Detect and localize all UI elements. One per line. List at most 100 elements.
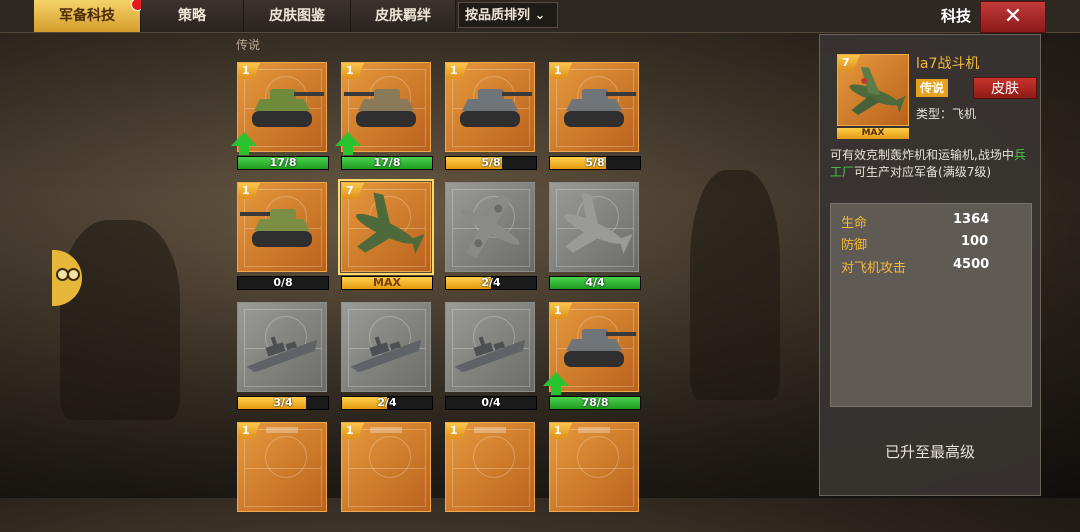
page-title: 科技	[940, 7, 971, 25]
tab-strategy[interactable]: 策略	[141, 0, 244, 32]
tab-skin-bond[interactable]: 皮肤羁绊	[351, 0, 456, 32]
progress-bar: 17/8	[341, 156, 433, 170]
progress-bar: MAX	[341, 276, 433, 290]
equipment-card[interactable]: 1 0/8	[237, 182, 329, 292]
tab-label: 军备科技	[59, 8, 115, 24]
category-label: 传说	[236, 38, 261, 52]
equipment-card[interactable]: 1 78/8	[543, 302, 641, 412]
card-thumbnail: 1	[237, 422, 327, 512]
close-button[interactable]: ✕	[980, 1, 1046, 33]
sort-label: 按品质排列	[465, 8, 531, 23]
card-thumbnail	[445, 182, 535, 272]
warship-icon	[454, 336, 526, 373]
equipment-card[interactable]: 1	[549, 422, 641, 532]
card-thumbnail: 1	[549, 422, 639, 512]
equipment-card[interactable]: 7 MAX	[338, 179, 434, 292]
card-thumbnail	[341, 302, 431, 392]
equipment-card[interactable]: 4/4	[549, 182, 641, 292]
progress-bar: 0/4	[445, 396, 537, 410]
warship-icon	[350, 336, 422, 373]
progress-bar: 4/4	[549, 276, 641, 290]
fighter-plane-icon	[564, 192, 633, 254]
upgrade-arrow-icon	[335, 132, 361, 155]
progress-text: 78/8	[581, 396, 609, 409]
stat-row-anti-air: 对飞机攻击 4500	[841, 257, 1021, 276]
equipment-card[interactable]: 1	[237, 422, 329, 532]
card-thumbnail	[445, 302, 535, 392]
bomber-plane-icon	[460, 193, 520, 259]
progress-text: 0/4	[481, 396, 501, 409]
card-thumbnail: 1	[445, 422, 535, 512]
progress-bar: 5/8	[549, 156, 641, 170]
detail-thumbnail: 7	[837, 54, 909, 126]
progress-text: 2/4	[481, 276, 501, 289]
tab-skin-collection[interactable]: 皮肤图鉴	[244, 0, 351, 32]
stat-value: 100	[961, 234, 989, 249]
progress-bar: 17/8	[237, 156, 329, 170]
card-thumbnail	[549, 182, 639, 272]
stat-row-defense: 防御 100	[841, 234, 1021, 253]
soldier-silhouette	[60, 220, 180, 420]
chevron-down-icon: ⌄	[534, 8, 546, 23]
card-thumbnail: 7	[338, 179, 434, 275]
skin-button[interactable]: 皮肤	[973, 77, 1037, 99]
progress-text: 4/4	[585, 276, 605, 289]
equipment-card[interactable]: 3/4	[237, 302, 329, 412]
unit-type: 类型：飞机	[916, 107, 977, 121]
tab-label: 皮肤图鉴	[269, 8, 325, 24]
progress-text: 2/4	[377, 396, 397, 409]
rarity-badge: 传说	[916, 79, 948, 97]
warship-icon	[246, 336, 318, 373]
progress-text: 0/8	[273, 276, 293, 289]
stat-value: 4500	[953, 257, 990, 272]
stats-box: 生命 1364 防御 100 对飞机攻击 4500	[830, 203, 1032, 407]
progress-text: 3/4	[273, 396, 293, 409]
sort-dropdown[interactable]: 按品质排列 ⌄	[458, 2, 558, 28]
progress-text: 5/8	[481, 156, 501, 169]
max-level-status: 已升至最高级	[884, 443, 975, 461]
top-bar: 军备科技 策略 皮肤图鉴 皮肤羁绊 按品质排列 ⌄ 科技 ✕	[0, 0, 1080, 33]
card-thumbnail	[237, 302, 327, 392]
tab-label: 策略	[178, 8, 206, 24]
equipment-card[interactable]: 1 5/8	[549, 62, 641, 172]
progress-text: 17/8	[373, 156, 401, 169]
equipment-card[interactable]: 1 5/8	[445, 62, 537, 172]
stat-label: 对飞机攻击	[841, 261, 907, 276]
progress-text: 5/8	[585, 156, 605, 169]
unit-description: 可有效克制轰炸机和运输机,战场中兵工厂可生产对应军备(满级7级)	[830, 147, 1034, 181]
eye-icon	[67, 268, 80, 281]
progress-bar: 0/8	[237, 276, 329, 290]
progress-bar: 78/8	[549, 396, 641, 410]
upgrade-arrow-icon	[543, 372, 569, 395]
soldier-silhouette	[690, 170, 780, 400]
equipment-card[interactable]: 1 17/8	[335, 62, 433, 172]
stat-row-hp: 生命 1364	[841, 212, 1021, 231]
card-thumbnail: 1	[237, 182, 327, 272]
card-thumbnail: 1	[549, 62, 639, 152]
equipment-card[interactable]: 2/4	[341, 302, 433, 412]
card-thumbnail: 1	[445, 62, 535, 152]
progress-bar: 5/8	[445, 156, 537, 170]
equipment-card[interactable]: 1	[445, 422, 537, 532]
detail-panel: 7 MAX la7战斗机 传说 皮肤 类型：飞机 可有效克制轰炸机和运输机,战场…	[819, 34, 1041, 496]
equipment-card[interactable]: 1	[341, 422, 433, 532]
tab-military-tech[interactable]: 军备科技	[34, 0, 144, 32]
max-level-label: MAX	[837, 128, 909, 139]
desc-text: 可生产对应军备(满级7级)	[854, 165, 992, 179]
progress-bar: 3/4	[237, 396, 329, 410]
equipment-card[interactable]: 0/4	[445, 302, 537, 412]
progress-bar: 2/4	[341, 396, 433, 410]
progress-bar: 2/4	[445, 276, 537, 290]
progress-text: MAX	[373, 276, 401, 289]
equipment-card[interactable]: 1 17/8	[231, 62, 329, 172]
card-thumbnail: 1	[341, 422, 431, 512]
unit-name: la7战斗机	[916, 56, 980, 72]
stat-label: 防御	[841, 238, 868, 253]
stat-label: 生命	[841, 216, 868, 231]
equipment-card[interactable]: 2/4	[445, 182, 537, 292]
tab-label: 皮肤羁绊	[375, 8, 431, 24]
stat-value: 1364	[953, 212, 990, 227]
progress-text: 17/8	[269, 156, 297, 169]
desc-text: 可有效克制轰炸机和运输机,战场中	[830, 148, 1014, 162]
upgrade-arrow-icon	[231, 132, 257, 155]
